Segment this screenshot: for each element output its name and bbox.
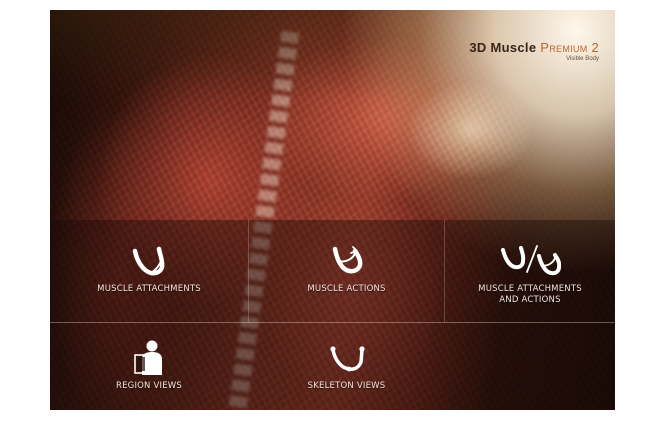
menu-item-label: MUSCLE ACTIONS [307,284,386,294]
logo-title: 3D Muscle Premium 2 [469,40,599,55]
body-region-icon [132,339,166,375]
menu-item-label: MUSCLE ATTACHMENTS [97,284,201,294]
menu-item-label: SKELETON VIEWS [307,381,386,391]
menu-item-label: MUSCLE ATTACHMENTS AND ACTIONS [478,284,582,305]
menu-row-bottom: REGION VIEWS SKELETON VIEWS [50,323,615,410]
arm-actions-icon [327,242,367,278]
arm-skeleton-icon [327,339,367,375]
menu-item-muscle-attachments[interactable]: MUSCLE ATTACHMENTS [50,220,248,322]
arm-attachments-icon [129,242,169,278]
logo-title-main: 3D Muscle [469,40,537,55]
menu-item-region-views[interactable]: REGION VIEWS [50,323,248,410]
menu-item-muscle-attachments-and-actions[interactable]: MUSCLE ATTACHMENTS AND ACTIONS [445,220,615,322]
menu-item-muscle-actions[interactable]: MUSCLE ACTIONS [249,220,444,322]
main-menu: MUSCLE ATTACHMENTS MUSCLE ACTIONS MUSCLE… [50,220,615,410]
logo-title-accent: Premium 2 [540,40,599,55]
arm-attachments-actions-icon [499,242,561,278]
app-window: 3D Muscle Premium 2 Visible Body MUSCLE … [50,10,615,410]
logo-subtitle: Visible Body [566,56,599,62]
menu-row-top: MUSCLE ATTACHMENTS MUSCLE ACTIONS MUSCLE… [50,220,615,322]
app-logo: 3D Muscle Premium 2 Visible Body [469,40,599,62]
menu-item-label: REGION VIEWS [115,381,182,391]
menu-item-skeleton-views[interactable]: SKELETON VIEWS [249,323,444,410]
